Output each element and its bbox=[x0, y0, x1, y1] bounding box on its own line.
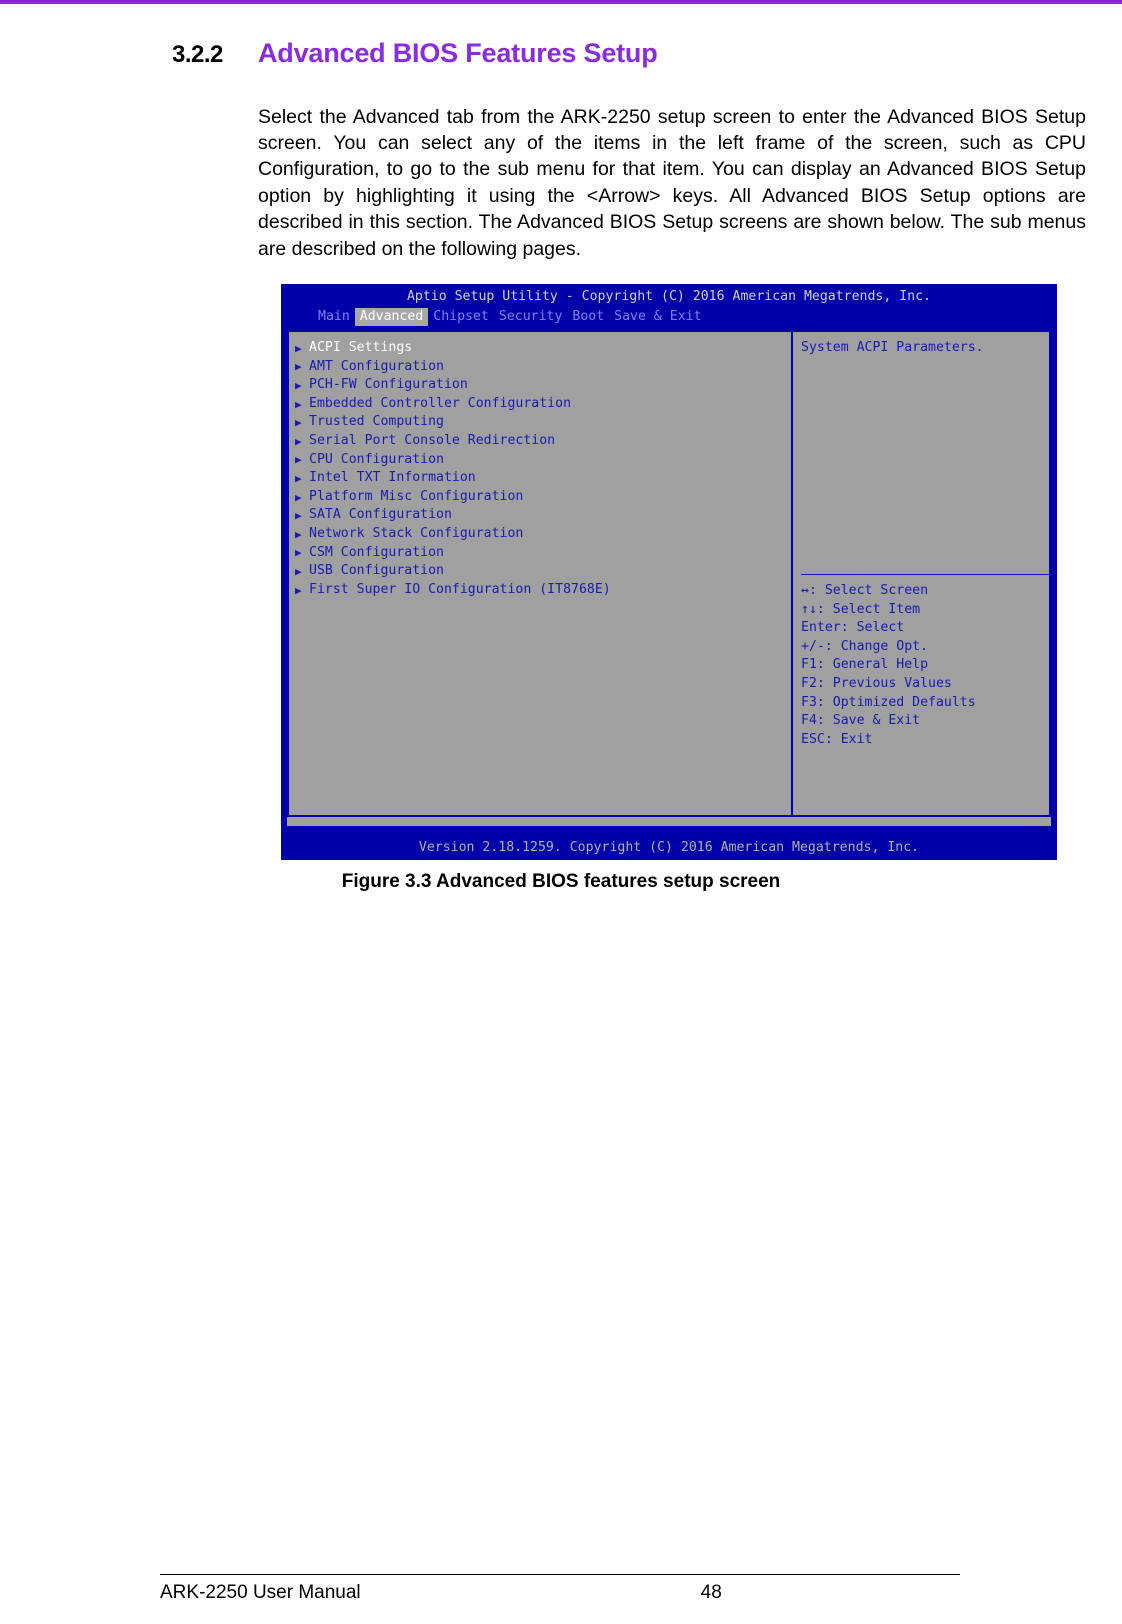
submenu-arrow-icon: ▶ bbox=[295, 341, 302, 355]
submenu-arrow-icon: ▶ bbox=[295, 453, 302, 467]
submenu-arrow-icon: ▶ bbox=[295, 564, 302, 578]
menu-item-label: Trusted Computing bbox=[309, 414, 444, 430]
submenu-arrow-icon: ▶ bbox=[295, 471, 302, 485]
footer-page-number: 48 bbox=[700, 1582, 722, 1603]
page-top-rule-inner bbox=[0, 0, 1122, 2]
menu-item-usb-configuration[interactable]: ▶ USB Configuration bbox=[295, 562, 791, 581]
menu-item-label: PCH-FW Configuration bbox=[309, 377, 468, 393]
menu-item-first-super-io-configuration[interactable]: ▶ First Super IO Configuration (IT8768E) bbox=[295, 581, 791, 600]
bios-help-panel: System ACPI Parameters. ↔: Select Screen… bbox=[793, 332, 1049, 815]
menu-item-label: CPU Configuration bbox=[309, 451, 444, 467]
menu-item-pch-fw-configuration[interactable]: ▶ PCH-FW Configuration bbox=[295, 376, 791, 395]
legend-f2-previous-values: F2: Previous Values bbox=[801, 675, 952, 691]
help-description: System ACPI Parameters. bbox=[801, 340, 984, 355]
submenu-arrow-icon: ▶ bbox=[295, 583, 302, 597]
menu-item-label: CSM Configuration bbox=[309, 544, 444, 560]
legend-select-item: ↑↓: Select Item bbox=[801, 601, 921, 617]
tab-chipset[interactable]: Chipset bbox=[428, 308, 494, 327]
menu-item-label: USB Configuration bbox=[309, 563, 444, 579]
section-body-paragraph: Select the Advanced tab from the ARK-225… bbox=[258, 105, 1086, 260]
menu-item-sata-configuration[interactable]: ▶ SATA Configuration bbox=[295, 506, 791, 525]
bios-screenshot: Aptio Setup Utility - Copyright (C) 2016… bbox=[281, 284, 1057, 860]
menu-item-label: Network Stack Configuration bbox=[309, 525, 524, 541]
page-footer: ARK-2250 User Manual 48 bbox=[160, 1582, 960, 1604]
menu-item-platform-misc-configuration[interactable]: ▶ Platform Misc Configuration bbox=[295, 488, 791, 507]
menu-item-network-stack-configuration[interactable]: ▶ Network Stack Configuration bbox=[295, 525, 791, 544]
submenu-arrow-icon: ▶ bbox=[295, 360, 302, 374]
bios-title-bar: Aptio Setup Utility - Copyright (C) 2016… bbox=[406, 289, 931, 304]
legend-change-opt: +/-: Change Opt. bbox=[801, 638, 929, 654]
tab-save-and-exit[interactable]: Save & Exit bbox=[609, 308, 706, 327]
legend-f4-save-and-exit: F4: Save & Exit bbox=[801, 713, 921, 729]
menu-item-trusted-computing[interactable]: ▶ Trusted Computing bbox=[295, 413, 791, 432]
submenu-arrow-icon: ▶ bbox=[295, 509, 302, 523]
section-number: 3.2.2 bbox=[172, 41, 223, 68]
section-heading: 3.2.2 Advanced BIOS Features Setup bbox=[172, 38, 1092, 69]
legend-enter-select: Enter: Select bbox=[801, 620, 905, 636]
legend-select-screen: ↔: Select Screen bbox=[801, 583, 929, 598]
tab-advanced[interactable]: Advanced bbox=[354, 307, 429, 327]
bios-content-frame: ▶ ACPI Settings ▶ AMT Configuration ▶ PCH-F… bbox=[287, 330, 1051, 817]
tab-boot[interactable]: Boot bbox=[567, 308, 609, 327]
tab-main[interactable]: Main bbox=[313, 308, 355, 327]
submenu-arrow-icon: ▶ bbox=[295, 378, 302, 392]
menu-item-acpi-settings[interactable]: ▶ ACPI Settings bbox=[295, 339, 791, 358]
page-title: Advanced BIOS Features Setup bbox=[258, 38, 658, 68]
submenu-arrow-icon: ▶ bbox=[295, 546, 302, 560]
submenu-arrow-icon: ▶ bbox=[295, 397, 302, 411]
footer-divider bbox=[160, 1574, 960, 1575]
submenu-arrow-icon: ▶ bbox=[295, 527, 302, 541]
menu-item-intel-txt-information[interactable]: ▶ Intel TXT Information bbox=[295, 469, 791, 488]
page-top-rule bbox=[0, 0, 1122, 4]
submenu-arrow-icon: ▶ bbox=[295, 490, 302, 504]
menu-item-label: SATA Configuration bbox=[309, 507, 452, 523]
menu-item-label: Platform Misc Configuration bbox=[309, 488, 524, 504]
menu-item-label: Intel TXT Information bbox=[309, 470, 476, 486]
bios-tab-bar: Main Advanced Chipset Security Boot Save… bbox=[281, 307, 1057, 327]
legend-f1-general-help: F1: General Help bbox=[801, 657, 929, 673]
menu-item-label: AMT Configuration bbox=[309, 358, 444, 374]
menu-item-cpu-configuration[interactable]: ▶ CPU Configuration bbox=[295, 451, 791, 470]
menu-item-label: ACPI Settings bbox=[309, 340, 413, 355]
help-divider bbox=[801, 574, 1049, 575]
bios-version-bar: Version 2.18.1259. Copyright (C) 2016 Am… bbox=[281, 836, 1057, 860]
tab-security[interactable]: Security bbox=[494, 308, 568, 327]
menu-item-serial-port-console-redirection[interactable]: ▶ Serial Port Console Redirection bbox=[295, 432, 791, 451]
menu-item-label: Serial Port Console Redirection bbox=[309, 432, 556, 448]
menu-item-csm-configuration[interactable]: ▶ CSM Configuration bbox=[295, 544, 791, 563]
footer-manual-name: ARK-2250 User Manual bbox=[160, 1582, 361, 1603]
submenu-arrow-icon: ▶ bbox=[295, 434, 302, 448]
key-legend: ↔: Select Screen ↑↓: Select Item Enter: … bbox=[801, 582, 976, 749]
legend-esc-exit: ESC: Exit bbox=[801, 731, 873, 747]
legend-f3-optimized-defaults: F3: Optimized Defaults bbox=[801, 694, 976, 710]
bios-menu-panel: ▶ ACPI Settings ▶ AMT Configuration ▶ PCH-F… bbox=[289, 332, 793, 815]
bios-frame-gap bbox=[287, 817, 1051, 826]
figure-caption: Figure 3.3 Advanced BIOS features setup … bbox=[341, 871, 781, 892]
menu-item-label: Embedded Controller Configuration bbox=[309, 395, 572, 411]
menu-item-embedded-controller-configuration[interactable]: ▶ Embedded Controller Configuration bbox=[295, 395, 791, 414]
menu-item-amt-configuration[interactable]: ▶ AMT Configuration bbox=[295, 358, 791, 377]
submenu-arrow-icon: ▶ bbox=[295, 416, 302, 430]
menu-item-label: First Super IO Configuration (IT8768E) bbox=[309, 581, 611, 597]
